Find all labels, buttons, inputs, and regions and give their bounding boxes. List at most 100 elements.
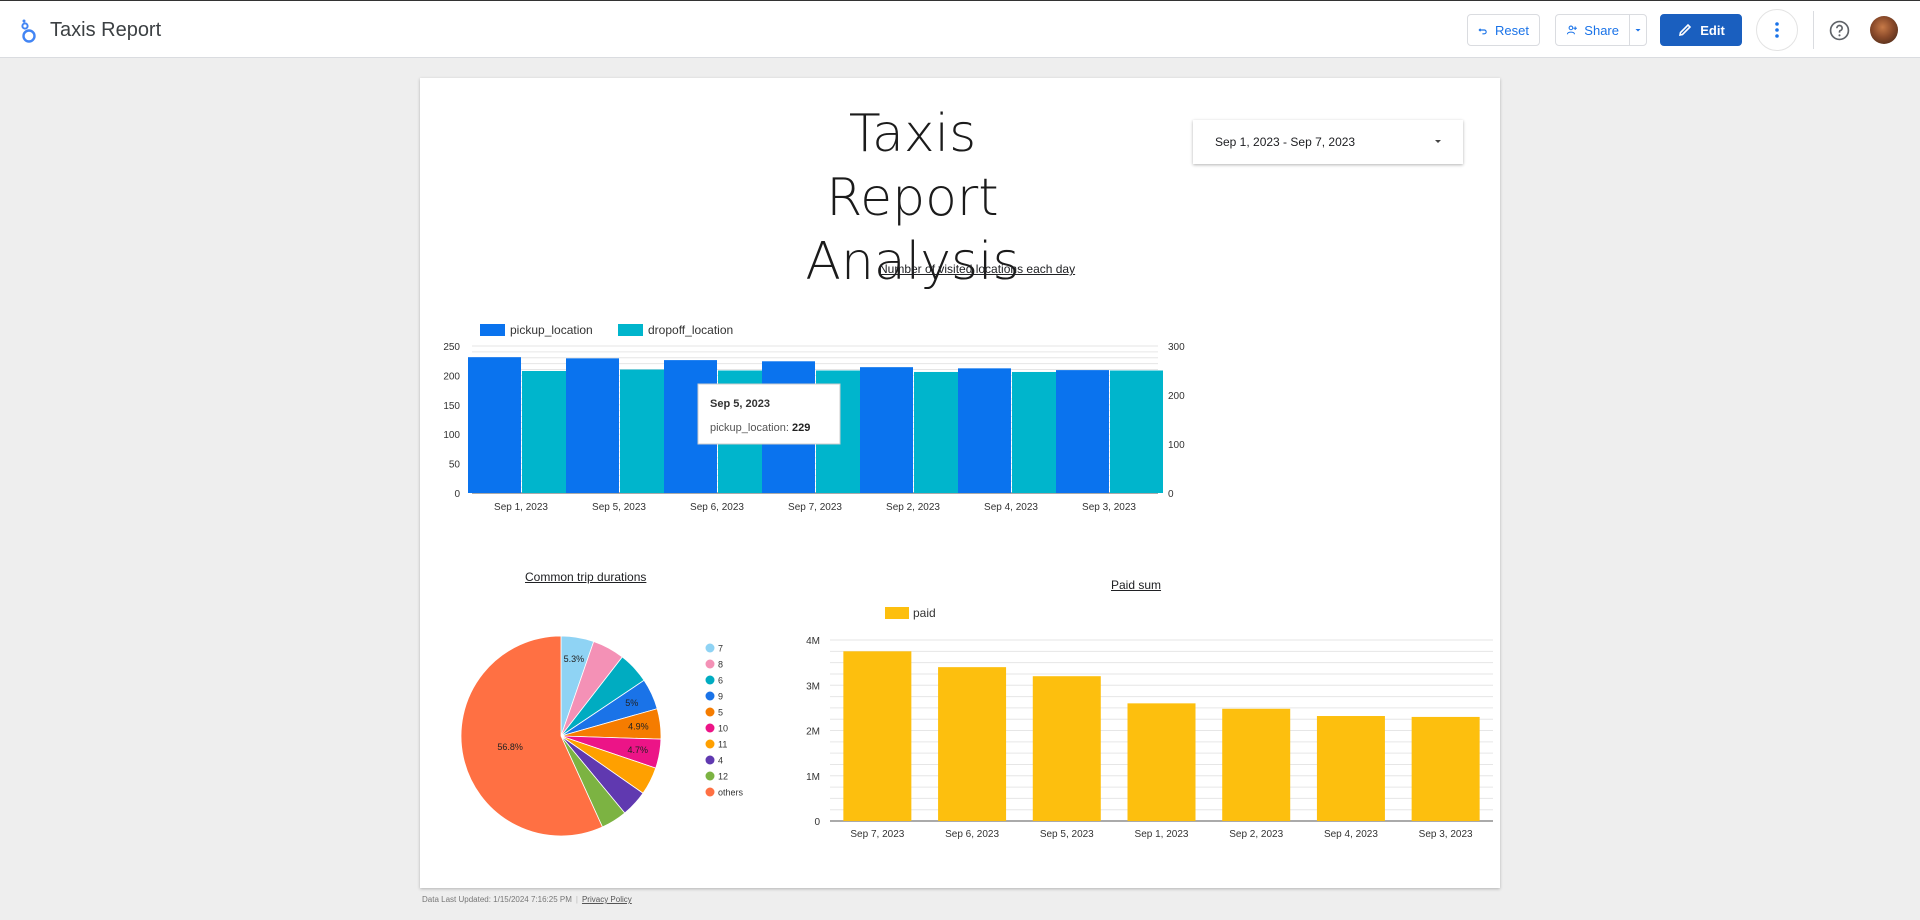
legend-label-pickup_location: pickup_location — [510, 323, 593, 337]
chart-title-locations: Number of visited locations each day — [879, 262, 1076, 276]
legend-dot-6 — [705, 675, 715, 685]
trip-durations-pie-chart[interactable]: 5.3% 5% 4.9% 4.7% 56.8% 7 8 6 9 5 10 11 4 12 others — [460, 618, 760, 878]
legend-label: 12 — [718, 772, 728, 782]
bar-paid — [1316, 716, 1385, 821]
y-tick-label: 1M — [806, 772, 820, 783]
x-tick-label: Sep 1, 2023 — [1135, 829, 1189, 840]
x-tick-label: Sep 1, 2023 — [494, 502, 548, 513]
legend-label: 4 — [718, 756, 723, 766]
legend-dot-12 — [705, 771, 715, 781]
bar-paid — [1222, 708, 1291, 821]
pie-data-label: 56.8% — [497, 742, 523, 752]
legend-label: 11 — [718, 740, 727, 750]
legend-swatch-paid — [885, 607, 909, 619]
y-tick-label: 3M — [806, 681, 820, 692]
tooltip-value: 229 — [792, 422, 810, 434]
date-range-picker[interactable]: Sep 1, 2023 - Sep 7, 2023 — [1193, 120, 1463, 164]
x-tick-label: Sep 5, 2023 — [1040, 829, 1094, 840]
y-right-tick-label: 300 — [1168, 342, 1185, 353]
more-vert-icon — [1775, 22, 1779, 38]
reset-button[interactable]: Reset — [1467, 14, 1540, 46]
y-left-tick-label: 50 — [449, 460, 461, 471]
legend-dot-4 — [705, 755, 715, 765]
share-button[interactable]: Share — [1555, 14, 1630, 46]
x-tick-label: Sep 3, 2023 — [1419, 829, 1473, 840]
chart-title-trip-durations: Common trip durations — [525, 570, 647, 584]
locations-bar-chart[interactable]: 0 50 100 150 200 250 0 100 200 300 pickup_location… — [420, 288, 1500, 608]
more-options-button[interactable] — [1756, 9, 1798, 51]
x-tick-label: Sep 7, 2023 — [850, 829, 904, 840]
legend-label: others — [718, 788, 744, 798]
chart-title-paid-sum: Paid sum — [1111, 578, 1162, 592]
legend-swatch-dropoff_location — [618, 324, 643, 336]
legend-dot-10 — [705, 723, 715, 733]
pie-data-label: 4.9% — [628, 721, 649, 731]
footer: Data Last Updated: 1/15/2024 7:16:25 PM |… — [422, 895, 632, 904]
x-tick-label: Sep 4, 2023 — [1324, 829, 1378, 840]
paid-sum-bar-chart[interactable]: 0 1M 2M 3M 4M paid Sep 7, 2023 Sep 6, 2023 Sep 5… — [790, 598, 1500, 888]
bar-paid — [1127, 703, 1196, 821]
app-title: Taxis Report — [50, 19, 162, 41]
x-tick-label: Sep 2, 2023 — [886, 502, 940, 513]
x-tick-label: Sep 6, 2023 — [690, 502, 744, 513]
legend-dot-5 — [705, 707, 715, 717]
legend-dot-11 — [705, 739, 715, 749]
legend-label-paid: paid — [913, 606, 936, 620]
help-icon[interactable] — [1829, 20, 1850, 41]
reset-label: Reset — [1495, 22, 1529, 38]
avatar[interactable] — [1870, 16, 1898, 44]
toolbar-divider — [1813, 11, 1814, 49]
date-range-value: Sep 1, 2023 - Sep 7, 2023 — [1215, 135, 1356, 149]
y-tick-label: 0 — [814, 817, 820, 828]
y-tick-label: 4M — [806, 636, 820, 647]
legend-label: 9 — [718, 692, 723, 702]
legend-label: 8 — [718, 660, 723, 670]
y-right-tick-label: 200 — [1168, 391, 1185, 402]
edit-label: Edit — [1700, 22, 1725, 38]
bar-pickup_location — [468, 357, 521, 493]
bar-paid — [938, 667, 1007, 821]
share-dropdown-button[interactable] — [1629, 14, 1647, 46]
x-tick-label: Sep 5, 2023 — [592, 502, 646, 513]
bar-pickup_location — [1056, 370, 1109, 493]
y-left-tick-label: 0 — [454, 489, 460, 500]
legend-swatch-pickup_location — [480, 324, 505, 336]
legend-dot-others — [705, 787, 715, 797]
edit-button[interactable]: Edit — [1660, 14, 1742, 46]
caret-down-icon — [1435, 140, 1441, 143]
report-title-line-1: Taxis Report — [826, 104, 999, 228]
tooltip-label: pickup_location: 229 — [710, 422, 810, 434]
chart-tooltip: Sep 5, 2023 pickup_location: 229 — [697, 383, 841, 445]
privacy-policy-link[interactable]: Privacy Policy — [582, 895, 632, 904]
y-left-tick-label: 150 — [443, 401, 460, 412]
caret-down-icon — [1635, 29, 1641, 32]
legend-label-dropoff_location: dropoff_location — [648, 323, 733, 337]
bar-paid — [1032, 676, 1101, 821]
looker-studio-logo-icon — [21, 19, 36, 43]
tooltip-box — [697, 383, 841, 445]
pie-data-label: 4.7% — [627, 745, 648, 755]
legend-label: 6 — [718, 676, 723, 686]
y-left-tick-label: 200 — [443, 371, 460, 382]
legend-dot-8 — [705, 659, 715, 669]
y-tick-label: 2M — [806, 727, 820, 738]
bar-pickup_location — [860, 367, 913, 493]
x-tick-label: Sep 7, 2023 — [788, 502, 842, 513]
y-right-tick-label: 0 — [1168, 489, 1174, 500]
legend-label: 7 — [718, 644, 723, 654]
legend-dot-7 — [705, 643, 715, 653]
top-bar: Taxis Report Reset Share Edit — [0, 0, 1920, 58]
x-tick-label: Sep 6, 2023 — [945, 829, 999, 840]
bar-dropoff_location — [1110, 370, 1163, 493]
tooltip-title: Sep 5, 2023 — [710, 398, 770, 410]
report-canvas: Taxis Report Analysis Sep 1, 2023 - Sep … — [420, 78, 1500, 888]
bar-pickup_location — [566, 358, 619, 493]
pie-data-label: 5% — [625, 698, 638, 708]
x-tick-label: Sep 4, 2023 — [984, 502, 1038, 513]
share-label: Share — [1584, 22, 1619, 38]
person-add-icon — [1566, 25, 1577, 35]
legend-label: 10 — [718, 724, 728, 734]
y-right-tick-label: 100 — [1168, 440, 1185, 451]
x-tick-label: Sep 3, 2023 — [1082, 502, 1136, 513]
bar-paid — [1411, 716, 1480, 821]
